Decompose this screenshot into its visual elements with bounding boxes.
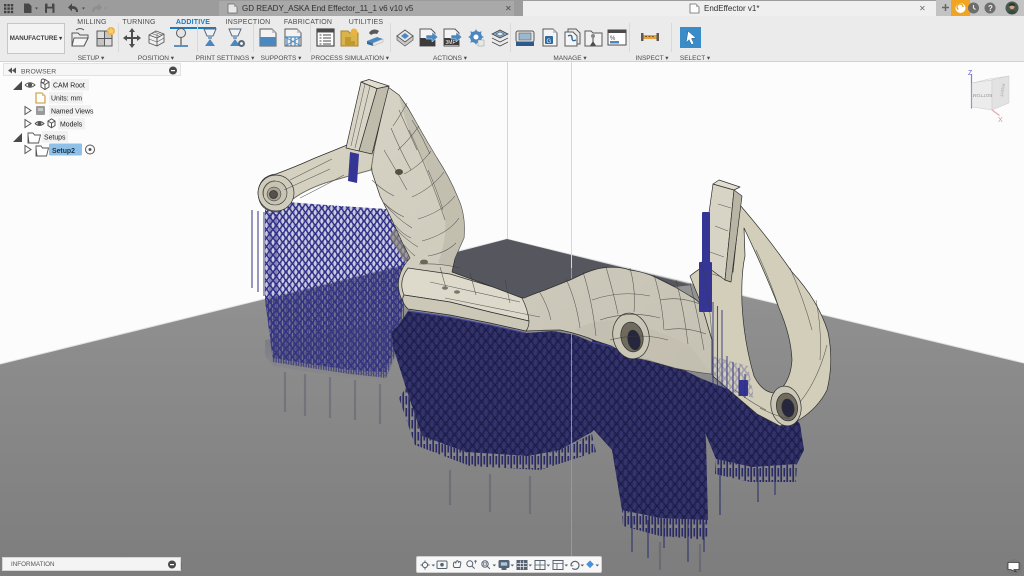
svg-text:Setup2: Setup2 xyxy=(52,148,75,155)
svg-text:X: X xyxy=(998,117,1003,124)
svg-text:G: G xyxy=(547,39,552,45)
svg-text:Models: Models xyxy=(60,122,83,129)
svg-text:BOTTOM: BOTTOM xyxy=(973,93,993,98)
svg-text:3MF: 3MF xyxy=(446,40,456,46)
svg-text:Setups: Setups xyxy=(44,135,66,142)
svg-text:CAM Root: CAM Root xyxy=(53,83,85,90)
svg-text:❘: ❘ xyxy=(179,562,184,570)
svg-text:Named Views: Named Views xyxy=(51,109,94,116)
svg-text:?: ? xyxy=(988,4,993,13)
svg-text:Z: Z xyxy=(968,70,973,77)
svg-text:BROWSER: BROWSER xyxy=(21,69,56,76)
svg-text:Units: mm: Units: mm xyxy=(51,96,82,103)
